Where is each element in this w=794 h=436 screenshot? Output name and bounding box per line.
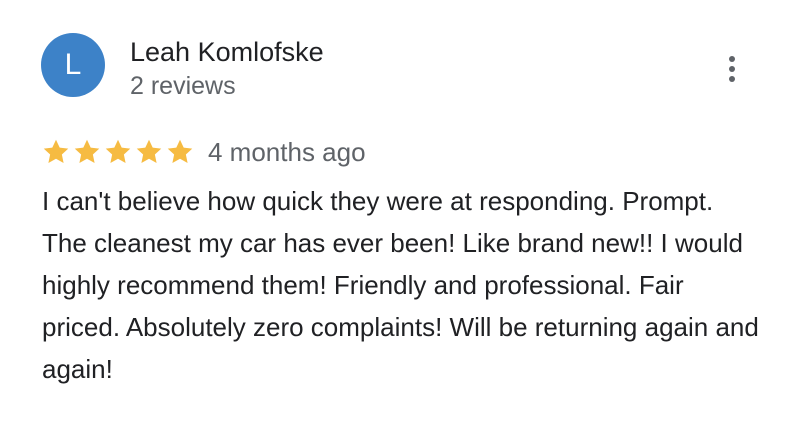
star-icon bbox=[105, 139, 131, 163]
more-options-button[interactable] bbox=[716, 52, 748, 86]
star-rating bbox=[41, 137, 196, 167]
more-vert-icon bbox=[729, 56, 735, 82]
star-icon bbox=[136, 139, 162, 163]
avatar[interactable]: L bbox=[41, 33, 105, 97]
review-card: L Leah Komlofske 2 reviews 4 months ago … bbox=[0, 0, 794, 436]
reviewer-review-count: 2 reviews bbox=[130, 72, 236, 100]
avatar-initial: L bbox=[64, 48, 82, 81]
reviewer-name[interactable]: Leah Komlofske bbox=[130, 35, 324, 69]
review-text: I can't believe how quick they were at r… bbox=[42, 186, 759, 384]
review-date: 4 months ago bbox=[208, 137, 366, 167]
star-icon bbox=[43, 139, 69, 163]
star-icon bbox=[74, 139, 100, 163]
star-icon bbox=[167, 139, 193, 163]
rating-row: 4 months ago bbox=[41, 134, 366, 170]
